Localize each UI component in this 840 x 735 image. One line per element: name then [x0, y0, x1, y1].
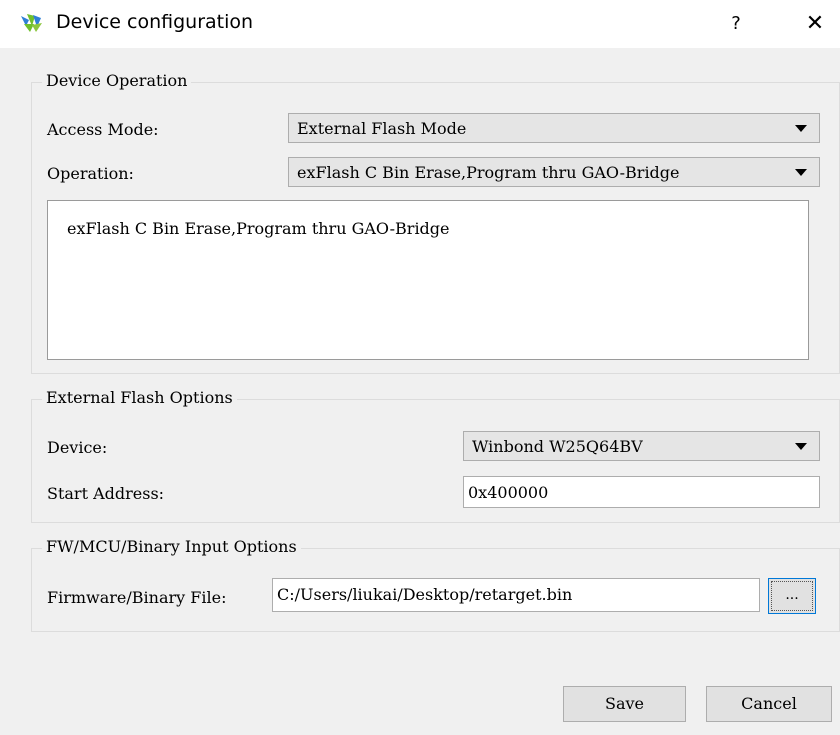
operation-description: exFlash C Bin Erase,Program thru GAO-Bri…	[47, 200, 809, 360]
firmware-file-label: Firmware/Binary File:	[47, 588, 227, 607]
device-label: Device:	[47, 438, 108, 457]
access-mode-select[interactable]: External Flash Mode	[288, 113, 820, 143]
firmware-file-input[interactable]: C:/Users/liukai/Desktop/retarget.bin	[272, 578, 760, 612]
cancel-button[interactable]: Cancel	[706, 686, 832, 722]
title-bar: Device configuration ? ✕	[0, 0, 840, 48]
save-button[interactable]: Save	[563, 686, 686, 722]
browse-button[interactable]: ...	[768, 578, 816, 614]
operation-description-text: exFlash C Bin Erase,Program thru GAO-Bri…	[67, 219, 450, 238]
fw-options-title: FW/MCU/Binary Input Options	[42, 537, 301, 556]
start-address-value: 0x400000	[468, 483, 549, 502]
chevron-down-icon	[795, 443, 807, 450]
chevron-down-icon	[795, 169, 807, 176]
device-operation-title: Device Operation	[42, 71, 192, 90]
close-button[interactable]: ✕	[800, 10, 830, 38]
operation-label: Operation:	[47, 164, 134, 183]
access-mode-value: External Flash Mode	[297, 119, 467, 138]
window-title: Device configuration	[56, 11, 254, 33]
firmware-file-value: C:/Users/liukai/Desktop/retarget.bin	[277, 585, 573, 604]
start-address-input[interactable]: 0x400000	[463, 476, 820, 508]
access-mode-label: Access Mode:	[47, 120, 159, 139]
chevron-down-icon	[795, 125, 807, 132]
help-button[interactable]: ?	[722, 10, 750, 38]
external-flash-title: External Flash Options	[42, 388, 237, 407]
device-value: Winbond W25Q64BV	[472, 437, 643, 456]
operation-value: exFlash C Bin Erase,Program thru GAO-Bri…	[297, 163, 680, 182]
app-logo-icon	[20, 10, 44, 34]
operation-select[interactable]: exFlash C Bin Erase,Program thru GAO-Bri…	[288, 157, 820, 187]
start-address-label: Start Address:	[47, 484, 165, 503]
device-select[interactable]: Winbond W25Q64BV	[463, 431, 820, 461]
